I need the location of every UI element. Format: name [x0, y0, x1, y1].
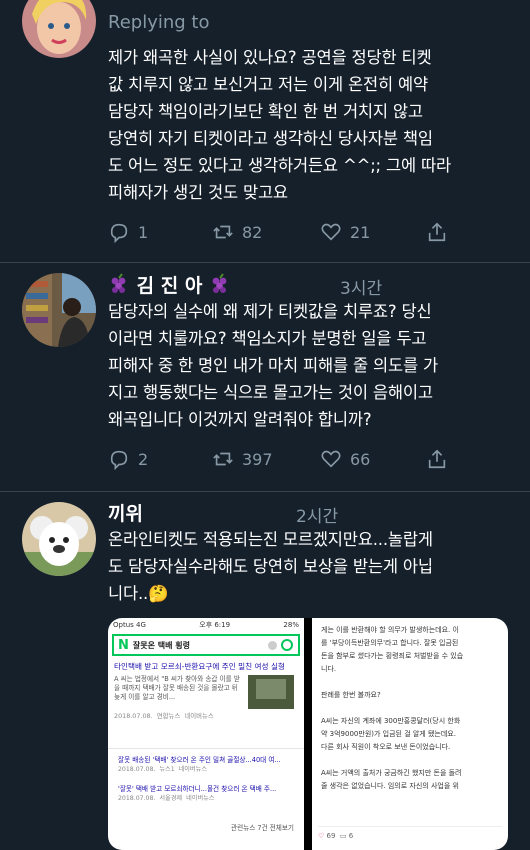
status-time: 오후 6:19 [199, 621, 231, 629]
news-meta: 2018.07.08. 연합뉴스 네이버뉴스 [114, 712, 214, 720]
tweet-text-line: 니다..🤔 [108, 584, 169, 603]
retweet-icon [213, 452, 233, 466]
tweet-text: 담당자의 실수에 왜 제가 티켓값을 치루죠? 당신 이라면 치룰까요? 책임소… [108, 298, 518, 433]
tweet-actions: 1 82 21 [108, 218, 508, 246]
retweet-button[interactable]: 397 [212, 445, 273, 473]
article-screenshot[interactable]: 게는 이를 반환해야 할 의무가 발생하는데요. 이 를 '부당이득반환의무'라… [312, 618, 508, 850]
phone-status-bar: Optus 4G 오후 6:19 28% [108, 618, 304, 632]
tweet-2: 김 진 아 3시간 담당자의 실수에 왜 제가 티켓값을 치루죠? 당신 이라면… [0, 263, 530, 491]
status-carrier: Optus [113, 621, 134, 629]
timestamp[interactable]: 2시간 [296, 502, 338, 527]
search-screenshot[interactable]: Optus 4G 오후 6:19 28% N 잘못온 택배 횡령 타인택배 받고… [108, 618, 304, 850]
tweet-text-line: 피해자가 생긴 것도 맞고요 [108, 183, 288, 202]
heart-icon: ♡ [318, 832, 325, 840]
tweet-1: Replying to 제가 왜곡한 사실이 있나요? 공연을 정당한 티켓 값… [0, 0, 530, 262]
like-count: 21 [350, 222, 371, 242]
tweet-text-line: 온라인티켓도 적용되는진 모르겠지만요...놀랍게 [108, 530, 433, 549]
avatar[interactable] [22, 273, 96, 347]
tweet-text-line: 피해자 중 한 명인 내가 마치 피해를 줄 의도를 가 [108, 356, 439, 375]
share-button[interactable] [426, 445, 456, 473]
like-count: 66 [350, 449, 371, 469]
tweet-actions: 2 397 66 [108, 445, 508, 473]
retweet-count: 82 [242, 222, 263, 242]
grapes-icon [108, 273, 130, 300]
share-button[interactable] [426, 218, 456, 246]
tweet-text-line: 제가 왜곡한 사실이 있나요? 공연을 정당한 티켓 [108, 48, 432, 67]
comment-icon: ▭ [339, 832, 347, 840]
tweet-text-line: 값 치루지 않고 보신거고 저는 이게 온전히 예약 [108, 75, 428, 94]
tweet-text-line: 도 어느 정도 있다고 생각하거든요 ^^;; 그에 따라 [108, 156, 451, 175]
tweet-text-line: 도 담당자실수라해도 당연히 보상을 받는게 아닙 [108, 557, 433, 576]
tweet-text-line: 당연히 자기 티켓이라고 생각하신 당사자분 책임 [108, 129, 433, 148]
display-name[interactable]: 끼위 [108, 499, 143, 526]
article-like-count: 69 [326, 832, 336, 840]
heart-icon [321, 450, 341, 468]
share-icon [428, 222, 446, 242]
article-comment-count: 6 [348, 832, 354, 840]
replying-to-label: Replying to [108, 12, 210, 33]
reply-icon [110, 223, 128, 243]
tweet-text-line: 담당자 책임이라기보단 확인 한 번 거치지 않고 [108, 102, 423, 121]
news-thumbnail [248, 675, 294, 709]
timestamp[interactable]: 3시간 [340, 274, 382, 299]
news-item: '잘못' 택배 받고 모르쇠하더니...물건 찾으러 온 택배 주... 201… [118, 784, 298, 804]
clear-icon [268, 640, 277, 650]
tweet-text: 제가 왜곡한 사실이 있나요? 공연을 정당한 티켓 값 치루지 않고 보신거고… [108, 44, 518, 206]
status-battery: 28% [283, 621, 299, 629]
search-icon [281, 639, 293, 651]
news-item: 타인택배 받고 모르쇠-반환요구에 주인 밀친 여성 실형 A 씨는 법정에서 … [114, 662, 300, 721]
news-item: 잘못 배송된 '택배' 찾으러 온 주인 밀쳐 골절상...40대 여... 2… [118, 755, 298, 775]
reply-count: 1 [138, 222, 149, 242]
like-button[interactable]: 66 [320, 445, 370, 473]
news-meta: 2018.07.08. 서울경제 네이버뉴스 [118, 795, 215, 802]
article-footer: ♡ 69 ▭ 6 [318, 826, 502, 845]
status-network: 4G [136, 621, 146, 629]
tweet-text-line: 왜곡입니다 이것까지 알려줘야 합니까? [108, 410, 372, 429]
tweet-text: 온라인티켓도 적용되는진 모르겠지만요...놀랍게 도 담당자실수라해도 당연히… [108, 526, 518, 607]
share-icon [428, 449, 446, 469]
reply-count: 2 [138, 449, 149, 469]
attached-images[interactable]: Optus 4G 오후 6:19 28% N 잘못온 택배 횡령 타인택배 받고… [108, 618, 508, 850]
tweet-text-line: 담당자의 실수에 왜 제가 티켓값을 치루죠? 당신 [108, 302, 432, 321]
heart-icon [321, 223, 341, 241]
display-name-text: 김 진 아 [136, 275, 203, 297]
display-name[interactable]: 김 진 아 [108, 271, 231, 300]
tweet-text-line: 이라면 치룰까요? 책임소지가 분명한 일을 두고 [108, 329, 427, 348]
search-query: 잘못온 택배 횡령 [132, 640, 190, 650]
retweet-icon [213, 225, 233, 239]
avatar[interactable] [22, 502, 96, 576]
news-snippet: A 씨는 법정에서 "B 씨가 찾아와 송갑 이를 받을 때까지 택배가 잘못 … [114, 675, 240, 701]
news-title: 잘못 배송된 '택배' 찾으러 온 주인 밀쳐 골절상...40대 여... [118, 756, 281, 764]
reply-button[interactable]: 2 [108, 445, 148, 473]
grapes-icon [209, 273, 231, 300]
reply-button[interactable]: 1 [108, 218, 148, 246]
news-meta: 2018.07.08. 뉴스1 네이버뉴스 [118, 766, 208, 773]
retweet-count: 397 [242, 449, 273, 469]
search-bar: N 잘못온 택배 횡령 [112, 634, 300, 656]
news-title: '잘못' 택배 받고 모르쇠하더니...물건 찾으러 온 택배 주... [118, 785, 277, 793]
news-title: 타인택배 받고 모르쇠-반환요구에 주인 밀친 여성 실형 [114, 662, 285, 671]
naver-logo-icon: N [118, 637, 129, 653]
related-news-link: 관련뉴스 7건 전체보기 [231, 824, 294, 832]
like-button[interactable]: 21 [320, 218, 370, 246]
retweet-button[interactable]: 82 [212, 218, 262, 246]
tweet-text-line: 지고 행동했다는 식으로 몰고가는 것이 음해이고 [108, 383, 433, 402]
article-text: 게는 이를 반환해야 할 의무가 발생하는데요. 이 를 '부당이득반환의무'라… [321, 626, 464, 790]
avatar[interactable] [22, 0, 96, 58]
reply-icon [110, 450, 128, 470]
